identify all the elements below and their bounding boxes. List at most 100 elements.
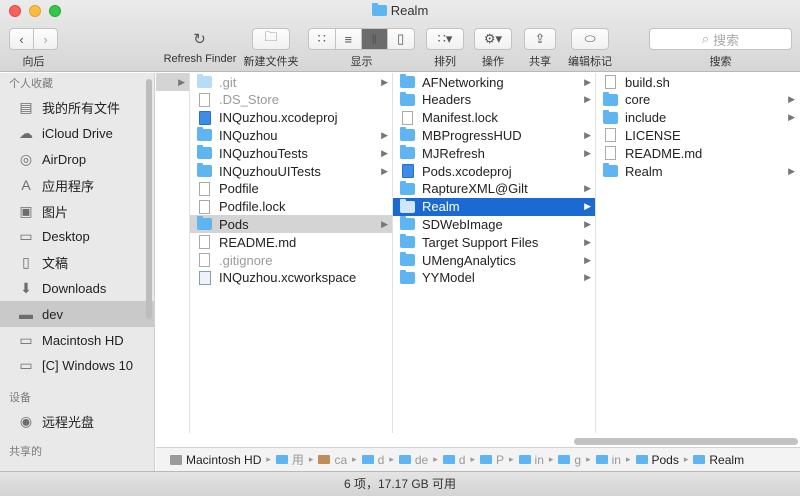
- file-row[interactable]: .DS_Store: [190, 91, 392, 109]
- path-segment[interactable]: ca: [318, 453, 347, 467]
- path-segment[interactable]: Realm: [693, 453, 744, 467]
- item-label: RaptureXML@Gilt: [422, 181, 528, 197]
- path-separator-icon: ▸: [266, 454, 271, 464]
- folder-row[interactable]: Headers ▶: [393, 91, 595, 109]
- forward-button[interactable]: ›: [33, 28, 58, 50]
- arrange-button[interactable]: ∷▾: [426, 28, 464, 50]
- folder-row[interactable]: Pods ▶: [190, 215, 392, 234]
- path-segment[interactable]: g: [558, 453, 581, 467]
- search-label: 搜索: [709, 56, 732, 68]
- action-button[interactable]: ⚙▾: [474, 28, 512, 50]
- icon-view-button[interactable]: ∷: [309, 29, 336, 49]
- item-label: Podfile: [219, 181, 259, 197]
- file-row[interactable]: Podfile: [190, 180, 392, 198]
- folder-icon: [603, 109, 618, 124]
- sidebar-item-desktop[interactable]: ▭ Desktop: [0, 224, 154, 250]
- folder-icon: [603, 91, 618, 106]
- search-field[interactable]: ⌕ 搜索: [649, 28, 792, 50]
- sidebar-scrollbar[interactable]: [146, 79, 152, 319]
- folder-row[interactable]: Realm ▶: [393, 197, 595, 216]
- sidebar-item-[interactable]: ▣ 图片: [0, 198, 154, 224]
- file-row[interactable]: README.md: [596, 144, 799, 162]
- folder-row[interactable]: AFNetworking ▶: [393, 73, 595, 91]
- sidebar-item-label: [C] Windows 10: [42, 358, 134, 374]
- horizontal-scrollbar[interactable]: [156, 438, 800, 445]
- path-segment-label: de: [414, 452, 429, 467]
- path-separator-icon: ▸: [352, 454, 357, 464]
- file-row[interactable]: Pods.xcodeproj: [393, 162, 595, 180]
- file-row[interactable]: .gitignore: [190, 251, 392, 269]
- path-segment[interactable]: de: [398, 452, 429, 467]
- sidebar-item-label: 远程光盘: [42, 415, 95, 431]
- sidebar-item-[interactable]: A 应用程序: [0, 172, 154, 198]
- document-icon: ▯: [22, 254, 30, 271]
- file-row[interactable]: README.md: [190, 233, 392, 251]
- sidebar-item-icloud-drive[interactable]: ☁ iCloud Drive: [0, 121, 154, 147]
- file-row[interactable]: LICENSE: [596, 126, 799, 144]
- list-view-button[interactable]: ≡: [336, 29, 362, 49]
- chevron-right-icon: ▶: [584, 254, 591, 265]
- path-segment-label: Realm: [709, 452, 745, 467]
- folder-row[interactable]: YYModel ▶: [393, 269, 595, 287]
- sidebar-item-label: AirDrop: [42, 151, 87, 167]
- path-segment[interactable]: d: [442, 453, 465, 467]
- folder-row[interactable]: MJRefresh ▶: [393, 144, 595, 162]
- folder-row[interactable]: Realm ▶: [596, 162, 799, 180]
- sidebar-item-[interactable]: ▯ 文稿: [0, 250, 154, 276]
- share-button[interactable]: ⇪: [524, 28, 556, 50]
- folder-row[interactable]: Target Support Files ▶: [393, 233, 595, 251]
- file-row[interactable]: Manifest.lock: [393, 109, 595, 127]
- folder-row[interactable]: INQuzhouTests ▶: [190, 144, 392, 162]
- refresh-button[interactable]: ↻: [187, 28, 212, 50]
- folder-icon: [558, 455, 571, 464]
- new-folder-button[interactable]: 🗀: [252, 28, 290, 50]
- folder-row[interactable]: UMengAnalytics ▶: [393, 251, 595, 269]
- path-segment[interactable]: 用: [275, 451, 304, 468]
- sidebar-item-[interactable]: ◉ 远程光盘: [0, 409, 154, 435]
- path-separator-icon: ▸: [470, 454, 475, 464]
- path-segment[interactable]: in: [595, 453, 621, 467]
- path-segment[interactable]: Pods: [635, 453, 679, 467]
- disk-icon: ▭: [19, 331, 33, 348]
- item-label: Pods: [219, 216, 249, 232]
- sidebar-item-macintosh-hd[interactable]: ▭ Macintosh HD: [0, 327, 154, 353]
- column-view-button[interactable]: ‖: [362, 29, 388, 49]
- sidebar-item-dev[interactable]: ▬ dev: [0, 301, 154, 328]
- item-label: INQuzhou.xcodeproj: [219, 110, 338, 126]
- folder-row[interactable]: core ▶: [596, 91, 799, 109]
- folder-row[interactable]: MBProgressHUD ▶: [393, 126, 595, 144]
- horizontal-scrollbar-thumb[interactable]: [574, 438, 798, 445]
- list-icon: ≡: [344, 31, 353, 47]
- column-parent: ▶: [156, 73, 190, 433]
- item-label: Manifest.lock: [422, 110, 498, 126]
- document-icon: [199, 181, 210, 196]
- file-row[interactable]: INQuzhou.xcodeproj: [190, 109, 392, 127]
- edit-tags-button[interactable]: ⬭: [571, 28, 609, 50]
- gallery-view-button[interactable]: ▯: [388, 29, 414, 49]
- back-button[interactable]: ‹: [9, 28, 34, 50]
- sidebar-item-downloads[interactable]: ⬇ Downloads: [0, 276, 154, 302]
- folder-row[interactable]: .git ▶: [190, 73, 392, 91]
- file-row[interactable]: INQuzhou.xcworkspace: [190, 269, 392, 287]
- folder-icon: [595, 455, 608, 464]
- view-mode-control[interactable]: ∷ ≡ ‖ ▯: [308, 28, 415, 50]
- path-segment[interactable]: P: [479, 453, 504, 467]
- path-segment[interactable]: d: [361, 453, 384, 467]
- sidebar-item-airdrop[interactable]: ◎ AirDrop: [0, 147, 154, 173]
- folder-row[interactable]: INQuzhou ▶: [190, 126, 392, 144]
- path-segment[interactable]: in: [518, 453, 544, 467]
- parent-selected-row[interactable]: ▶: [156, 73, 189, 91]
- path-segment[interactable]: Macintosh HD: [170, 453, 261, 467]
- folder-row[interactable]: SDWebImage ▶: [393, 215, 595, 233]
- chevron-right-icon: ▶: [788, 94, 795, 105]
- folder-row[interactable]: INQuzhouUITests ▶: [190, 162, 392, 180]
- finder-window: Realm ‹ › 向后 ↻ Refresh Finder 🗀 新建文件夹 ∷ …: [0, 0, 800, 496]
- file-row[interactable]: build.sh: [596, 73, 799, 91]
- sidebar-item-[interactable]: ▤ 我的所有文件: [0, 95, 154, 121]
- sidebar-item-c-windows-10[interactable]: ▭ [C] Windows 10: [0, 353, 154, 379]
- folder-row[interactable]: RaptureXML@Gilt ▶: [393, 180, 595, 198]
- item-label: MBProgressHUD: [422, 127, 522, 143]
- folder-icon: [400, 145, 415, 160]
- folder-row[interactable]: include ▶: [596, 109, 799, 127]
- file-row[interactable]: Podfile.lock: [190, 198, 392, 216]
